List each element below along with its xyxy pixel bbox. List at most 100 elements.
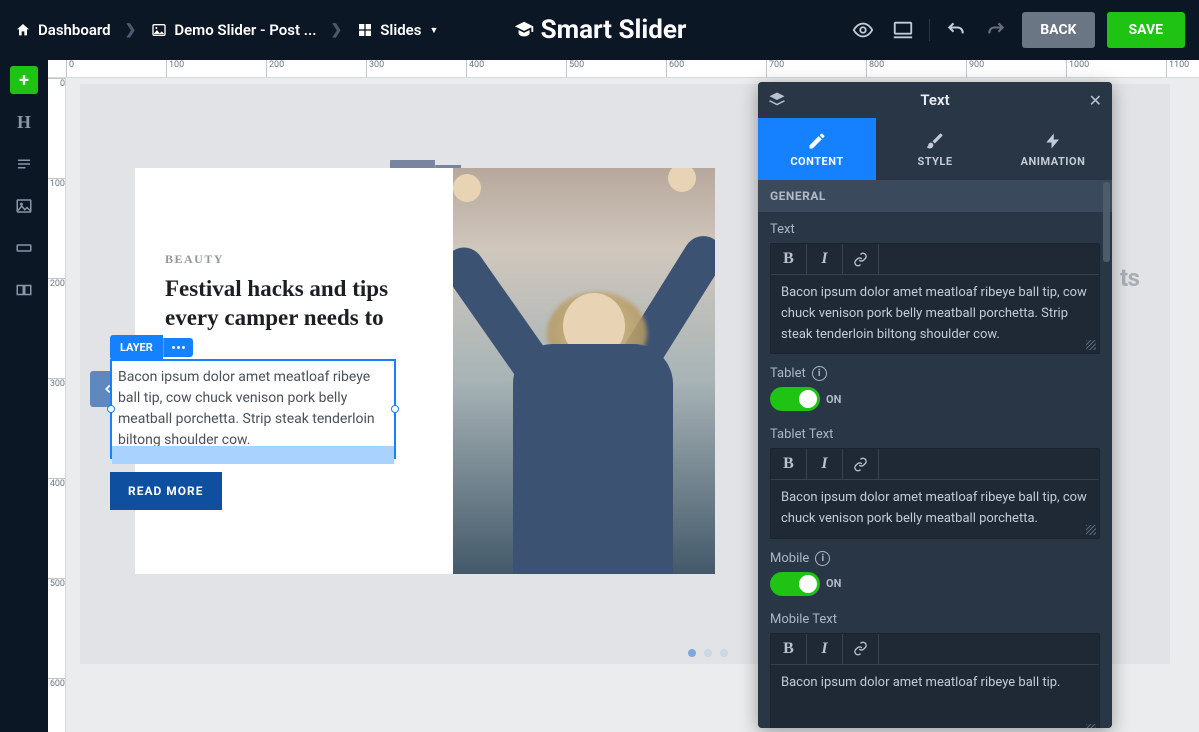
- italic-button[interactable]: I: [807, 449, 843, 479]
- panel-title: Text: [920, 91, 949, 109]
- redo-button[interactable]: [982, 16, 1010, 44]
- link-button[interactable]: [843, 244, 879, 274]
- pager-dot[interactable]: [720, 649, 728, 657]
- italic-button[interactable]: I: [807, 244, 843, 274]
- slide-category: BEAUTY: [165, 252, 437, 267]
- topbar-right: BACK SAVE: [849, 12, 1185, 48]
- home-icon: [14, 21, 32, 39]
- button-tool[interactable]: [10, 234, 38, 262]
- mobile-toggle-state: ON: [826, 577, 841, 590]
- grid-icon: [356, 21, 374, 39]
- selection-shadow: [112, 446, 394, 464]
- tab-style-label: STYLE: [917, 155, 952, 168]
- field-label-mobile: Mobile i: [770, 551, 1100, 566]
- tablet-text-value: Bacon ipsum dolor amet meatloaf ribeye b…: [781, 490, 1087, 526]
- tablet-toggle[interactable]: ON: [770, 387, 820, 411]
- heading-tool[interactable]: H: [10, 108, 38, 136]
- pager-dot[interactable]: [688, 649, 696, 657]
- info-icon[interactable]: i: [815, 551, 830, 566]
- text-tool[interactable]: [10, 150, 38, 178]
- scrollbar[interactable]: [1103, 182, 1110, 262]
- text-value: Bacon ipsum dolor amet meatloaf ribeye b…: [781, 285, 1087, 342]
- mobile-label-text: Mobile: [770, 551, 809, 566]
- link-button[interactable]: [843, 634, 879, 664]
- editor-toolbar: B I: [771, 244, 1099, 275]
- resize-grip[interactable]: [1086, 525, 1096, 535]
- resize-handle-left[interactable]: [107, 405, 115, 413]
- info-icon[interactable]: i: [812, 366, 827, 381]
- add-button[interactable]: +: [10, 66, 38, 94]
- field-label-tablet-text: Tablet Text: [770, 427, 1100, 442]
- italic-button[interactable]: I: [807, 634, 843, 664]
- tablet-label-text: Tablet: [770, 366, 806, 381]
- tablet-text-editor: B I Bacon ipsum dolor amet meatloaf ribe…: [770, 448, 1100, 539]
- left-sidebar: + H: [0, 60, 48, 732]
- logo: Smart Slider: [513, 15, 687, 45]
- crumb-dashboard[interactable]: Dashboard: [14, 21, 111, 39]
- tablet-text-content[interactable]: Bacon ipsum dolor amet meatloaf ribeye b…: [771, 480, 1099, 538]
- undo-button[interactable]: [942, 16, 970, 44]
- properties-panel: Text ✕ CONTENT STYLE ANIMATION GENERAL T…: [758, 82, 1112, 728]
- tab-style[interactable]: STYLE: [876, 118, 994, 180]
- preview-button[interactable]: [849, 16, 877, 44]
- selected-text-layer[interactable]: Bacon ipsum dolor amet meatloaf ribeye b…: [110, 359, 396, 459]
- crumb-slider-label: Demo Slider - Post ...: [174, 21, 316, 39]
- slide-title: Festival hacks and tips every camper nee…: [165, 275, 437, 333]
- field-label-tablet: Tablet i: [770, 366, 1100, 381]
- bolt-icon: [1044, 131, 1062, 151]
- logo-text: Smart Slider: [541, 15, 687, 45]
- panel-body[interactable]: GENERAL Text B I Bacon ipsum dolor amet …: [758, 180, 1112, 728]
- crumb-slides[interactable]: Slides ▼: [356, 21, 438, 39]
- chevron-right-icon: ❯: [125, 22, 137, 38]
- separator: [929, 19, 930, 41]
- ruler-horizontal: 010020030040050060070080090010001100: [48, 60, 1199, 78]
- tab-animation[interactable]: ANIMATION: [994, 118, 1112, 180]
- crumb-dashboard-label: Dashboard: [38, 21, 111, 39]
- tab-content[interactable]: CONTENT: [758, 118, 876, 180]
- tablet-toggle-state: ON: [826, 393, 841, 406]
- mobile-text-value: Bacon ipsum dolor amet meatloaf ribeye b…: [781, 675, 1060, 690]
- layers-icon[interactable]: [768, 91, 786, 109]
- toggle-knob: [799, 575, 817, 593]
- device-button[interactable]: [889, 16, 917, 44]
- ghost-title: ts: [1120, 264, 1199, 292]
- bold-button[interactable]: B: [771, 244, 807, 274]
- text-editor-content[interactable]: Bacon ipsum dolor amet meatloaf ribeye b…: [771, 275, 1099, 353]
- field-label-mobile-text: Mobile Text: [770, 612, 1100, 627]
- toggle-knob: [799, 390, 817, 408]
- pencil-icon: [807, 131, 827, 151]
- close-icon[interactable]: ✕: [1089, 91, 1102, 110]
- crumb-slider[interactable]: Demo Slider - Post ...: [150, 21, 316, 39]
- cap-icon: [513, 19, 535, 41]
- tab-content-label: CONTENT: [790, 155, 843, 168]
- image-icon: [150, 21, 168, 39]
- link-button[interactable]: [843, 449, 879, 479]
- topbar: Dashboard ❯ Demo Slider - Post ... ❯ Sli…: [0, 0, 1199, 60]
- bold-button[interactable]: B: [771, 634, 807, 664]
- panel-header: Text ✕: [758, 82, 1112, 118]
- row-tool[interactable]: [10, 276, 38, 304]
- slide-pager: [688, 649, 728, 657]
- layer-tag-menu[interactable]: [163, 338, 193, 357]
- resize-handle-right[interactable]: [391, 405, 399, 413]
- image-tool[interactable]: [10, 192, 38, 220]
- brush-icon: [925, 131, 945, 151]
- ruler-vertical: 0100200300400500600: [48, 78, 66, 732]
- layer-tag[interactable]: LAYER: [110, 335, 193, 360]
- mobile-text-editor: B I Bacon ipsum dolor amet meatloaf ribe…: [770, 633, 1100, 728]
- pager-dot[interactable]: [704, 649, 712, 657]
- chevron-right-icon: ❯: [331, 22, 343, 38]
- resize-grip[interactable]: [1086, 340, 1096, 350]
- text-editor: B I Bacon ipsum dolor amet meatloaf ribe…: [770, 243, 1100, 354]
- slide-image: [453, 168, 715, 574]
- back-button[interactable]: BACK: [1022, 12, 1094, 48]
- bold-button[interactable]: B: [771, 449, 807, 479]
- resize-grip[interactable]: [1086, 724, 1096, 728]
- mobile-text-content[interactable]: Bacon ipsum dolor amet meatloaf ribeye b…: [771, 665, 1099, 728]
- save-button[interactable]: SAVE: [1107, 12, 1186, 48]
- mobile-toggle[interactable]: ON: [770, 572, 820, 596]
- crumb-slides-label: Slides: [380, 21, 421, 39]
- panel-tabs: CONTENT STYLE ANIMATION: [758, 118, 1112, 180]
- tab-animation-label: ANIMATION: [1021, 155, 1086, 168]
- read-more-button[interactable]: READ MORE: [110, 472, 222, 510]
